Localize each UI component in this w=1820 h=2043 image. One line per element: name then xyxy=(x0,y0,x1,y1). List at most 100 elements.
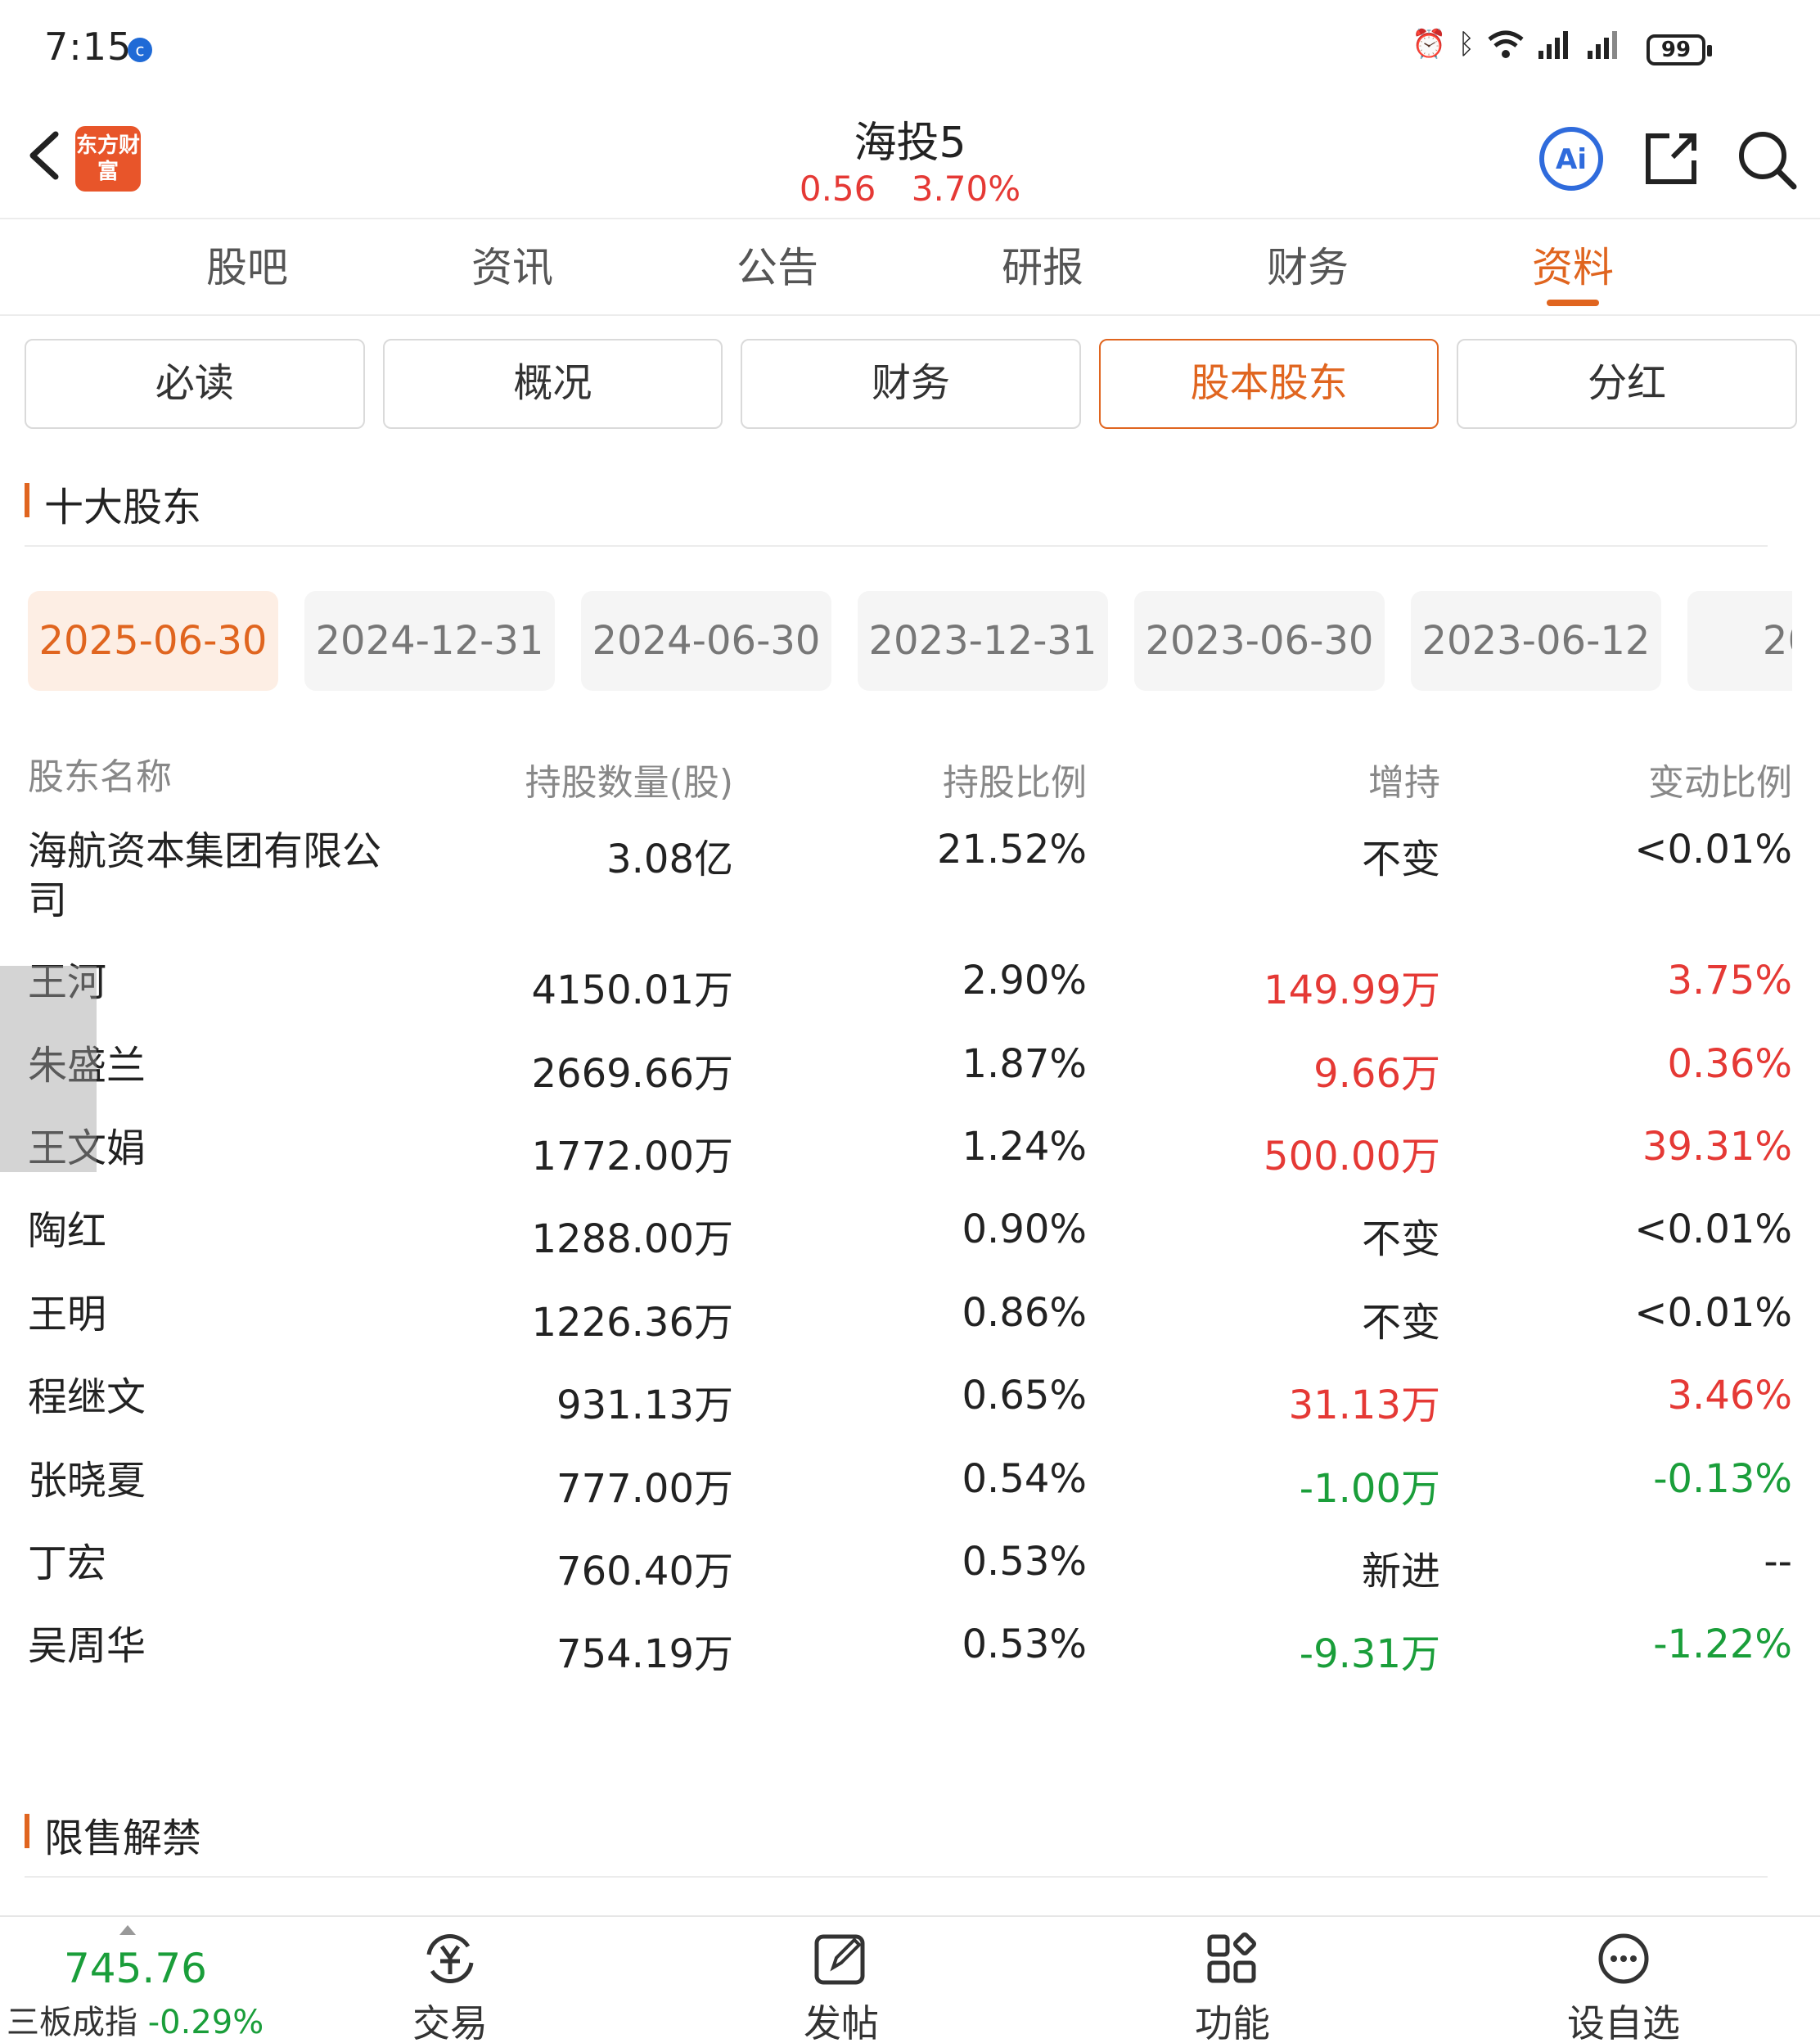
status-icons: ⏰ ᛒ xyxy=(1412,28,1624,61)
bluetooth-icon: ᛒ xyxy=(1457,28,1475,61)
holding-change: -1.00万 xyxy=(1299,1466,1440,1512)
shareholding-qty: 931.13万 xyxy=(556,1382,733,1428)
shareholder-name: 吴周华 xyxy=(28,1623,146,1669)
svg-text:Ai: Ai xyxy=(1556,143,1587,176)
side-drawer-handle[interactable] xyxy=(0,966,97,1172)
subtab-overview[interactable]: 概况 xyxy=(382,339,723,429)
table-row[interactable]: 张晓夏 777.00万 0.54% -1.00万 -0.13% xyxy=(28,1456,1792,1513)
ai-button[interactable]: Ai xyxy=(1537,124,1606,193)
table-row[interactable]: 王文娟 1772.00万 1.24% 500.00万 39.31% xyxy=(28,1124,1792,1181)
subtab-dividend[interactable]: 分红 xyxy=(1457,339,1797,429)
shareholding-qty: 1226.36万 xyxy=(531,1300,734,1346)
expand-caret-icon[interactable] xyxy=(119,1925,136,1935)
subtab-must-read[interactable]: 必读 xyxy=(25,339,365,429)
shareholding-ratio: 0.86% xyxy=(962,1290,1087,1336)
table-row[interactable]: 海航资本集团有限公司 3.08亿 21.52% 不变 <0.01% xyxy=(28,827,1792,933)
holding-change: 149.99万 xyxy=(1264,967,1440,1013)
search-button[interactable] xyxy=(1732,124,1800,193)
table-row[interactable]: 程继文 931.13万 0.65% 31.13万 3.46% xyxy=(28,1373,1792,1430)
bottom-bar: 745.76 三板成指 -0.29% 交易 发帖 功能 设自选 xyxy=(0,1915,1820,2043)
index-value[interactable]: 745.76 xyxy=(64,1945,207,1992)
date-chip[interactable]: 2025-06-30 xyxy=(28,591,278,691)
shareholding-ratio: 2.90% xyxy=(962,958,1087,1003)
yuan-exchange-icon xyxy=(426,1934,474,1983)
tab-guba[interactable]: 股吧 xyxy=(165,219,329,314)
nav-functions[interactable]: 功能 xyxy=(1151,1930,1314,2043)
status-bar: 7:15 c ⏰ ᛒ 99 xyxy=(0,0,1820,98)
date-chip[interactable]: 2024-12-31 xyxy=(304,591,555,691)
shareholding-ratio: 0.65% xyxy=(962,1373,1087,1418)
index-name: 三板成指 xyxy=(7,2004,137,2041)
shareholding-qty: 1288.00万 xyxy=(531,1216,734,1262)
table-row[interactable]: 王河 4150.01万 2.90% 149.99万 3.75% xyxy=(28,958,1792,1015)
edit-post-icon xyxy=(814,1934,865,1985)
date-chip[interactable]: 2024-06-30 xyxy=(581,591,831,691)
col-header-change: 增持 xyxy=(1368,762,1440,804)
signal-icon-2 xyxy=(1588,31,1617,59)
main-tabs: 股吧 资讯 公告 研报 财务 资料 xyxy=(0,219,1820,316)
nav-trade[interactable]: 交易 xyxy=(368,1930,532,2043)
change-ratio: 39.31% xyxy=(1642,1124,1792,1170)
col-header-ratio: 持股比例 xyxy=(943,762,1087,804)
shareholding-ratio: 0.53% xyxy=(962,1539,1087,1585)
wifi-icon xyxy=(1488,30,1524,58)
holding-change: 新进 xyxy=(1361,1549,1440,1594)
table-row[interactable]: 丁宏 760.40万 0.53% 新进 -- xyxy=(28,1539,1792,1596)
ai-icon: Ai xyxy=(1539,127,1603,191)
section-title-top10: 十大股东 xyxy=(25,475,201,532)
change-ratio: <0.01% xyxy=(1634,827,1792,873)
shareholding-ratio: 0.90% xyxy=(962,1206,1087,1252)
shareholding-qty: 4150.01万 xyxy=(531,967,734,1013)
shareholding-ratio: 0.53% xyxy=(962,1621,1087,1667)
change-ratio: -1.22% xyxy=(1653,1621,1792,1667)
status-time: 7:15 xyxy=(44,25,133,69)
holding-change: 不变 xyxy=(1361,1300,1440,1346)
table-row[interactable]: 王明 1226.36万 0.86% 不变 <0.01% xyxy=(28,1290,1792,1347)
subtab-shareholders[interactable]: 股本股东 xyxy=(1098,339,1439,429)
shareholding-qty: 2669.66万 xyxy=(531,1051,734,1097)
shareholding-qty: 760.40万 xyxy=(556,1549,733,1594)
nav-label: 发帖 xyxy=(804,2001,879,2043)
divider xyxy=(25,545,1768,547)
notification-icon: c xyxy=(128,38,152,62)
shareholding-ratio: 1.87% xyxy=(962,1041,1087,1087)
subtab-finance[interactable]: 财务 xyxy=(741,339,1081,429)
tab-announcements[interactable]: 公告 xyxy=(696,219,859,314)
tab-finance[interactable]: 财务 xyxy=(1226,219,1390,314)
holding-change: 500.00万 xyxy=(1264,1134,1440,1179)
holding-change: 9.66万 xyxy=(1313,1051,1440,1097)
change-ratio: <0.01% xyxy=(1634,1290,1792,1336)
share-icon xyxy=(1646,133,1696,184)
nav-label: 功能 xyxy=(1195,2001,1270,2043)
index-ticker[interactable]: 三板成指 -0.29% xyxy=(7,1996,264,2043)
tab-research[interactable]: 研报 xyxy=(961,219,1124,314)
stock-change-pct: 3.70% xyxy=(911,169,1021,209)
alarm-icon: ⏰ xyxy=(1412,28,1447,61)
nav-add-watchlist[interactable]: 设自选 xyxy=(1542,1930,1705,2043)
table-header: 股东名称 持股数量(股) 持股比例 增持 变动比例 xyxy=(28,753,1792,810)
search-icon xyxy=(1739,132,1797,190)
date-chip[interactable]: 2023 xyxy=(1687,591,1792,691)
nav-label: 设自选 xyxy=(1567,2001,1680,2043)
index-change: -0.29% xyxy=(147,2004,264,2041)
section-title-restricted: 限售解禁 xyxy=(25,1806,201,1863)
grid-apps-icon xyxy=(1207,1933,1256,1983)
shareholder-name: 海航资本集团有限公司 xyxy=(28,828,382,923)
shareholder-name: 程继文 xyxy=(28,1374,146,1420)
holding-change: -9.31万 xyxy=(1299,1631,1440,1677)
table-row[interactable]: 吴周华 754.19万 0.53% -9.31万 -1.22% xyxy=(28,1621,1792,1679)
report-date-selector: 2025-06-30 2024-12-31 2024-06-30 2023-12-31… xyxy=(28,591,1792,691)
table-row[interactable]: 陶红 1288.00万 0.90% 不变 <0.01% xyxy=(28,1206,1792,1264)
nav-post[interactable]: 发帖 xyxy=(759,1930,923,2043)
tab-profile[interactable]: 资料 xyxy=(1491,219,1655,314)
holding-change: 不变 xyxy=(1361,837,1440,882)
change-ratio: <0.01% xyxy=(1634,1206,1792,1252)
shareholding-ratio: 0.54% xyxy=(962,1456,1087,1502)
date-chip[interactable]: 2023-12-31 xyxy=(858,591,1108,691)
share-button[interactable] xyxy=(1637,124,1705,193)
shareholder-name: 陶红 xyxy=(28,1208,107,1254)
date-chip[interactable]: 2023-06-12 xyxy=(1411,591,1661,691)
date-chip[interactable]: 2023-06-30 xyxy=(1134,591,1385,691)
table-row[interactable]: 朱盛兰 2669.66万 1.87% 9.66万 0.36% xyxy=(28,1041,1792,1098)
tab-news[interactable]: 资讯 xyxy=(430,219,594,314)
